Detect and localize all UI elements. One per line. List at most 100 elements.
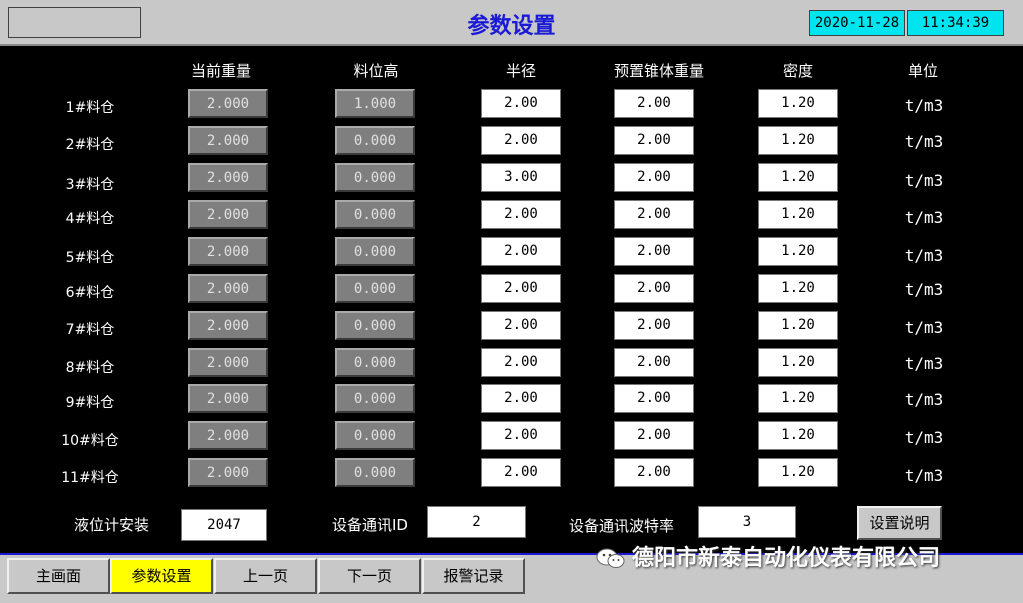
current-weight-field: 2.000: [188, 384, 268, 413]
density-input[interactable]: 1.20: [758, 421, 838, 450]
row-label: 5#料仓: [65, 250, 115, 266]
column-header: 半径: [505, 62, 536, 80]
density-input[interactable]: 1.20: [758, 126, 838, 155]
radius-input[interactable]: 2.00: [481, 384, 561, 413]
cone-weight-input[interactable]: 2.00: [614, 200, 694, 229]
nav-button[interactable]: 参数设置: [110, 558, 213, 594]
comm-id-label: 设备通讯ID: [332, 516, 408, 534]
title-bar: 参数设置 2020-11-28 11:34:39: [0, 0, 1023, 46]
unit-label: t/m3: [904, 280, 944, 299]
current-weight-field: 2.000: [188, 89, 268, 118]
current-weight-field: 2.000: [188, 200, 268, 229]
nav-button[interactable]: 报警记录: [422, 558, 525, 594]
radius-input[interactable]: 2.00: [481, 311, 561, 340]
radius-input[interactable]: 2.00: [481, 458, 561, 487]
unit-label: t/m3: [904, 318, 944, 337]
current-weight-field: 2.000: [188, 163, 268, 192]
unit-label: t/m3: [904, 171, 944, 190]
current-weight-field: 2.000: [188, 237, 268, 266]
row-label: 4#料仓: [65, 211, 115, 227]
cone-weight-input[interactable]: 2.00: [614, 384, 694, 413]
radius-input[interactable]: 2.00: [481, 348, 561, 377]
row-label: 6#料仓: [65, 285, 115, 301]
wechat-icon: [596, 548, 625, 568]
cone-weight-input[interactable]: 2.00: [614, 421, 694, 450]
level-height-field: 0.000: [335, 126, 415, 155]
cone-weight-input[interactable]: 2.00: [614, 458, 694, 487]
level-height-field: 0.000: [335, 163, 415, 192]
radius-input[interactable]: 3.00: [481, 163, 561, 192]
time-display: 11:34:39: [907, 10, 1004, 36]
column-header: 密度: [782, 62, 813, 80]
cone-weight-input[interactable]: 2.00: [614, 348, 694, 377]
unit-label: t/m3: [904, 246, 944, 265]
density-input[interactable]: 1.20: [758, 163, 838, 192]
current-weight-field: 2.000: [188, 126, 268, 155]
unit-label: t/m3: [904, 390, 944, 409]
row-label: 9#料仓: [65, 395, 115, 411]
row-label: 11#料仓: [61, 470, 119, 486]
watermark: 德阳市新泰自动化仪表有限公司: [596, 540, 940, 572]
cone-weight-input[interactable]: 2.00: [614, 126, 694, 155]
column-header: 当前重量: [190, 62, 251, 80]
row-label: 3#料仓: [65, 177, 115, 193]
level-height-field: 0.000: [335, 311, 415, 340]
density-input[interactable]: 1.20: [758, 458, 838, 487]
level-height-field: 0.000: [335, 274, 415, 303]
current-weight-field: 2.000: [188, 311, 268, 340]
cone-weight-input[interactable]: 2.00: [614, 311, 694, 340]
current-weight-field: 2.000: [188, 348, 268, 377]
row-label: 1#料仓: [65, 100, 115, 116]
level-height-field: 0.000: [335, 458, 415, 487]
density-input[interactable]: 1.20: [758, 311, 838, 340]
nav-button[interactable]: 主画面: [7, 558, 110, 594]
density-input[interactable]: 1.20: [758, 274, 838, 303]
current-weight-field: 2.000: [188, 274, 268, 303]
cone-weight-input[interactable]: 2.00: [614, 163, 694, 192]
unit-label: t/m3: [904, 96, 944, 115]
settings-help-button[interactable]: 设置说明: [857, 506, 942, 540]
level-height-field: 0.000: [335, 421, 415, 450]
column-header: 单位: [907, 62, 938, 80]
radius-input[interactable]: 2.00: [481, 200, 561, 229]
row-label: 8#料仓: [65, 360, 115, 376]
unit-label: t/m3: [904, 132, 944, 151]
unit-label: t/m3: [904, 466, 944, 485]
radius-input[interactable]: 2.00: [481, 421, 561, 450]
radius-input[interactable]: 2.00: [481, 89, 561, 118]
watermark-text: 德阳市新泰自动化仪表有限公司: [632, 546, 941, 571]
level-height-field: 0.000: [335, 348, 415, 377]
cone-weight-input[interactable]: 2.00: [614, 237, 694, 266]
level-gauge-label: 液位计安装: [74, 516, 150, 534]
density-input[interactable]: 1.20: [758, 200, 838, 229]
level-height-field: 0.000: [335, 384, 415, 413]
radius-input[interactable]: 2.00: [481, 274, 561, 303]
unit-label: t/m3: [904, 354, 944, 373]
density-input[interactable]: 1.20: [758, 384, 838, 413]
level-height-field: 0.000: [335, 200, 415, 229]
level-height-field: 1.000: [335, 89, 415, 118]
row-label: 2#料仓: [65, 137, 115, 153]
baud-rate-label: 设备通讯波特率: [569, 517, 675, 535]
date-display: 2020-11-28: [809, 10, 905, 36]
baud-rate-input[interactable]: 3: [698, 506, 796, 538]
column-header: 预置锥体重量: [613, 62, 704, 80]
nav-button[interactable]: 上一页: [214, 558, 317, 594]
level-gauge-input[interactable]: 2047: [181, 509, 267, 541]
current-weight-field: 2.000: [188, 421, 268, 450]
unit-label: t/m3: [904, 428, 944, 447]
cone-weight-input[interactable]: 2.00: [614, 274, 694, 303]
level-height-field: 0.000: [335, 237, 415, 266]
density-input[interactable]: 1.20: [758, 348, 838, 377]
current-weight-field: 2.000: [188, 458, 268, 487]
unit-label: t/m3: [904, 208, 944, 227]
nav-button[interactable]: 下一页: [318, 558, 421, 594]
cone-weight-input[interactable]: 2.00: [614, 89, 694, 118]
row-label: 10#料仓: [61, 433, 119, 449]
density-input[interactable]: 1.20: [758, 237, 838, 266]
radius-input[interactable]: 2.00: [481, 237, 561, 266]
comm-id-input[interactable]: 2: [427, 506, 526, 538]
density-input[interactable]: 1.20: [758, 89, 838, 118]
column-header: 料位高: [353, 62, 399, 80]
radius-input[interactable]: 2.00: [481, 126, 561, 155]
